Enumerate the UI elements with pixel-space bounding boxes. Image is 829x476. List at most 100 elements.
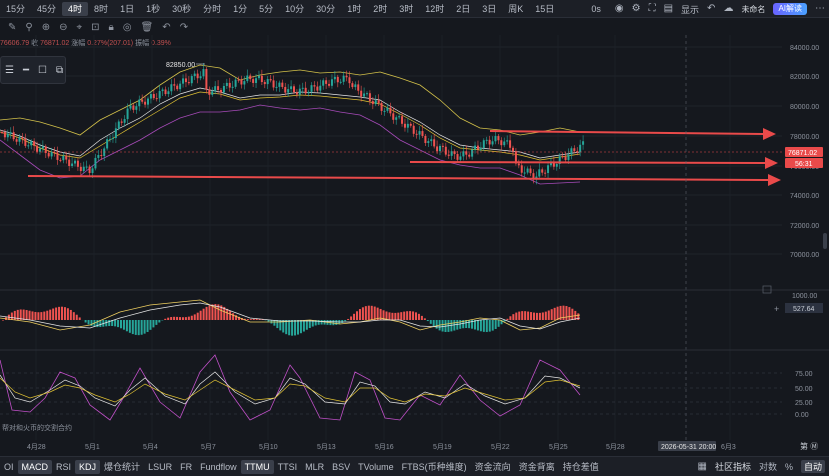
- macd-bar: [527, 311, 530, 320]
- candle-body: [406, 123, 409, 128]
- candle-body: [386, 107, 389, 111]
- macd-bar: [429, 320, 432, 324]
- indicator-tab-1[interactable]: MACD: [17, 459, 53, 474]
- candle-body: [371, 101, 374, 105]
- community-indicators[interactable]: 社区指标: [715, 460, 751, 473]
- indicator-tab-14[interactable]: 资金流向: [471, 460, 515, 474]
- candle-body: [281, 82, 284, 87]
- log-scale-toggle[interactable]: 对数: [759, 460, 777, 473]
- candle-body: [18, 137, 21, 142]
- candle-body: [319, 85, 322, 91]
- date-label: 5月4: [143, 443, 158, 451]
- indicator-tab-13[interactable]: FTBS(币种维度): [398, 460, 471, 474]
- candle-body: [415, 133, 418, 135]
- candle-body: [351, 83, 354, 88]
- trend-ray-middle[interactable]: [409, 161, 766, 164]
- indicator-tab-6[interactable]: FR: [176, 460, 196, 474]
- grid-icon[interactable]: ▦: [697, 461, 706, 473]
- indicator-tab-4[interactable]: 爆仓统计: [100, 460, 144, 474]
- price-axis-scroll[interactable]: [823, 233, 827, 249]
- macd-bar: [28, 310, 31, 320]
- auto-scale-toggle[interactable]: 自动: [800, 460, 825, 473]
- candle-body: [117, 121, 120, 129]
- line-style-icon[interactable]: ━: [23, 65, 29, 76]
- candle-body: [68, 159, 71, 166]
- date-axis[interactable]: 4月28 5月1 5月4 5月7 5月10 5月13 5月16 5月19 5月22 5月25 5月2…: [27, 443, 736, 451]
- macd-bar: [335, 320, 338, 325]
- candle-body: [547, 165, 550, 173]
- candle-body: [403, 123, 406, 128]
- candle-body: [541, 169, 544, 173]
- indicator-tab-16[interactable]: 持仓差值: [559, 460, 603, 474]
- macd-bar: [341, 320, 344, 323]
- macd-bar: [533, 312, 535, 320]
- indicator-tab-12[interactable]: TVolume: [354, 460, 398, 474]
- macd-bar: [541, 312, 544, 320]
- candle-body: [208, 89, 211, 95]
- candle-body: [82, 166, 85, 172]
- candle-body: [421, 131, 424, 136]
- macd-bar: [87, 320, 90, 325]
- rectangle-icon[interactable]: ☐: [38, 65, 47, 76]
- price-chart[interactable]: 82850.00 84000.00 82000.00 80000.00 78000.0…: [0, 0, 829, 456]
- candle-body: [56, 152, 59, 160]
- candle-body: [222, 85, 225, 93]
- candle-body: [360, 90, 363, 97]
- macd-bar: [40, 312, 43, 320]
- candle-body: [65, 155, 68, 160]
- price-label: 72000.00: [790, 223, 819, 230]
- indicator-tab-0[interactable]: OI: [0, 460, 18, 474]
- candle-body: [164, 89, 167, 95]
- macd-bar: [482, 320, 485, 332]
- candle-body: [424, 135, 427, 144]
- kdj-caption: 帮对和火币的交割合约: [2, 423, 72, 432]
- macd-bar: [476, 320, 479, 331]
- trend-ray-bottom[interactable]: [27, 175, 769, 181]
- macd-bar: [441, 320, 444, 332]
- clone-icon[interactable]: ⧉: [56, 65, 63, 76]
- candle-body: [310, 85, 313, 92]
- indicator-tab-11[interactable]: BSV: [328, 460, 354, 474]
- candle-body: [9, 132, 12, 134]
- indicator-tab-7[interactable]: Fundflow: [196, 460, 241, 474]
- indicator-tab-3[interactable]: KDJ: [75, 459, 101, 474]
- candle-body: [316, 86, 319, 91]
- axis-settings[interactable]: 第 Ⓜ: [800, 441, 818, 451]
- candle-body: [249, 75, 252, 80]
- indicator-tab-2[interactable]: RSI: [52, 460, 75, 474]
- candle-body: [374, 100, 377, 105]
- candle-body: [529, 168, 532, 174]
- indicator-tab-9[interactable]: TTSI: [274, 460, 302, 474]
- candle-body: [567, 154, 570, 160]
- macd-bar: [43, 311, 46, 320]
- indicator-tab-5[interactable]: LSUR: [144, 460, 176, 474]
- macd-bar: [370, 305, 373, 320]
- macd-bar: [108, 320, 111, 327]
- candle-body: [38, 148, 41, 152]
- indicator-tab-10[interactable]: MLR: [301, 460, 328, 474]
- candle-body: [129, 105, 132, 109]
- macd-bar: [320, 320, 323, 325]
- candle-body: [503, 141, 506, 146]
- bollinger-lower-line: [0, 104, 581, 185]
- candle-body: [441, 145, 444, 147]
- macd-bar: [152, 320, 155, 328]
- macd-bar: [535, 312, 538, 320]
- candle-body: [123, 119, 126, 123]
- indicator-tab-8[interactable]: TTMU: [240, 459, 274, 474]
- candle-body: [368, 93, 371, 102]
- percent-toggle[interactable]: %: [785, 462, 793, 472]
- macd-bar: [120, 320, 122, 329]
- candle-body: [100, 155, 103, 157]
- candle-body: [190, 76, 193, 84]
- menu-icon[interactable]: ☰: [5, 65, 14, 76]
- date-label: 5月28: [606, 443, 625, 451]
- candle-body: [240, 79, 243, 85]
- candle-body: [135, 106, 138, 110]
- plus-icon[interactable]: +: [774, 304, 779, 314]
- macd-bar: [391, 312, 394, 320]
- macd-bar: [69, 309, 72, 320]
- candle-body: [398, 116, 401, 118]
- candle-body: [176, 85, 179, 90]
- indicator-tab-15[interactable]: 资金背离: [515, 460, 559, 474]
